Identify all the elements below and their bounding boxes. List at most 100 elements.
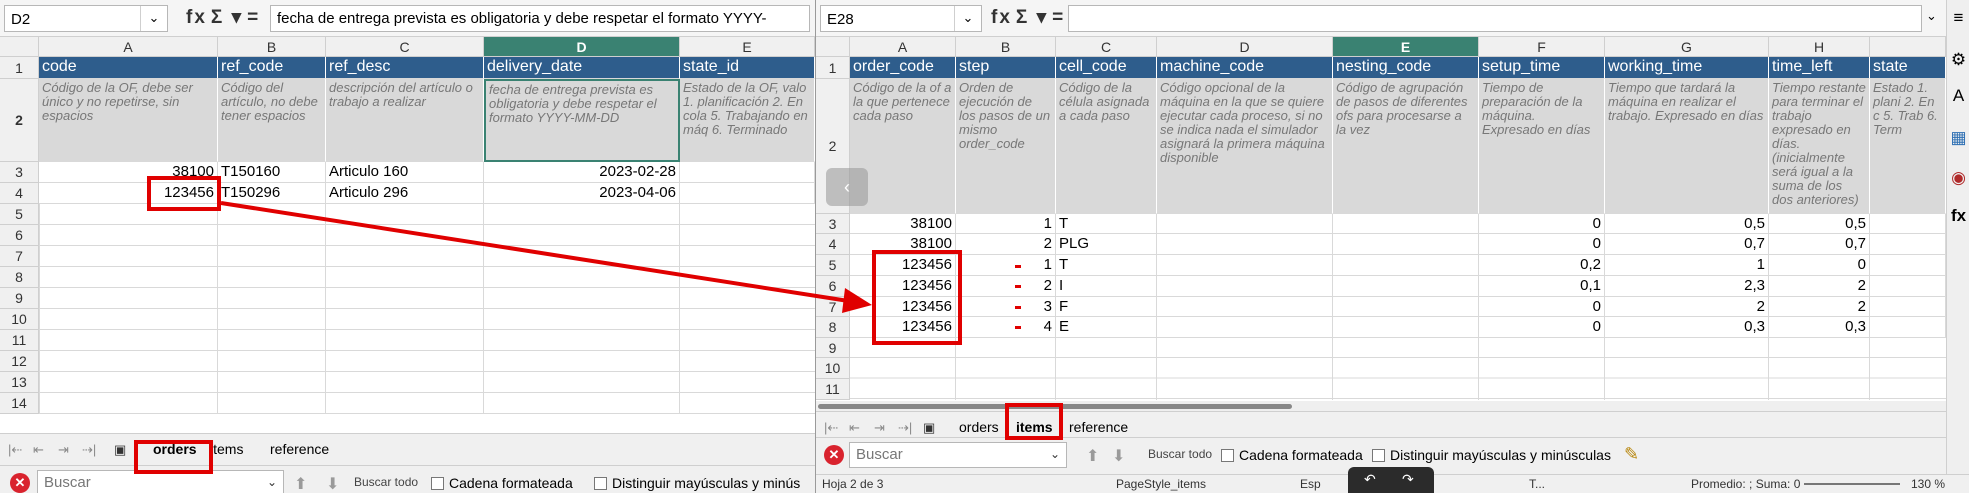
cell-ref-code[interactable]: T150296 xyxy=(218,183,326,204)
header-cell-step[interactable]: step xyxy=(956,57,1056,79)
find-prev-icon[interactable]: ⬆ xyxy=(294,474,307,493)
match-case-checkbox[interactable]: Distinguir mayúsculas y minúsculas xyxy=(1372,447,1611,463)
name-box[interactable]: D2 ⌄ xyxy=(4,5,168,32)
last-sheet-icon[interactable]: ⇢| xyxy=(82,442,96,458)
header-cell-code[interactable]: code xyxy=(39,57,218,79)
desc-cell-step[interactable]: Orden de ejecución de los pasos de un mi… xyxy=(956,79,1056,214)
row-header-8[interactable]: 8 xyxy=(0,267,39,288)
desc-cell-nesting-code[interactable]: Código de agrupación de pasos de diferen… xyxy=(1333,79,1479,214)
cell-setup-time[interactable]: 0,1 xyxy=(1479,276,1605,297)
tab-items[interactable]: items xyxy=(210,441,243,457)
cell-time-left[interactable]: 0 xyxy=(1769,255,1870,276)
find-all-button[interactable]: Buscar todo xyxy=(1148,447,1212,461)
formula-input[interactable]: fecha de entrega prevista es obligatoria… xyxy=(270,5,810,32)
desc-cell-working-time[interactable]: Tiempo que tardará la máquina en realiza… xyxy=(1605,79,1769,214)
select-all-corner[interactable] xyxy=(816,37,850,57)
column-header-f[interactable]: F xyxy=(1479,37,1605,57)
formatted-checkbox[interactable]: Cadena formateada xyxy=(1221,447,1363,463)
cell-state[interactable] xyxy=(1870,255,1946,276)
header-cell-working-time[interactable]: working_time xyxy=(1605,57,1769,79)
row-header-9[interactable]: 9 xyxy=(0,288,39,309)
cell-step[interactable]: 2 xyxy=(956,234,1056,255)
column-header-e[interactable]: E xyxy=(1333,37,1479,57)
row-header-1[interactable]: 1 xyxy=(816,57,850,79)
column-header-b[interactable]: B xyxy=(956,37,1056,57)
scroll-left-overlay-icon[interactable]: ‹ xyxy=(826,168,868,206)
cell-nesting-code[interactable] xyxy=(1333,255,1479,276)
add-sheet-icon[interactable]: ▣ xyxy=(923,420,935,436)
row-header-6[interactable]: 6 xyxy=(816,276,850,297)
cell-time-left[interactable]: 0,7 xyxy=(1769,234,1870,255)
cell-code[interactable]: 38100 xyxy=(39,162,218,183)
expand-formula-icon[interactable]: ⌄ xyxy=(1926,8,1937,24)
cell-nesting-code[interactable] xyxy=(1333,214,1479,234)
desc-cell-state[interactable]: Estado 1. plani 2. En c 5. Trab 6. Term xyxy=(1870,79,1946,214)
column-header-c[interactable]: C xyxy=(1056,37,1157,57)
cell-delivery-date[interactable]: 2023-04-06 xyxy=(484,183,680,204)
cell-cell-code[interactable]: F xyxy=(1056,297,1157,317)
cell-cell-code[interactable]: PLG xyxy=(1056,234,1157,255)
cell-cell-code[interactable]: E xyxy=(1056,317,1157,338)
desc-cell-machine-code[interactable]: Código opcional de la máquina en la que … xyxy=(1157,79,1333,214)
redo-icon[interactable]: ↷ xyxy=(1402,471,1414,488)
cell-step[interactable]: 3 xyxy=(956,297,1056,317)
desc-cell-ref-desc[interactable]: descripción del artículo o trabajo a rea… xyxy=(326,79,484,162)
find-all-button[interactable]: Buscar todo xyxy=(354,475,418,489)
search-input[interactable]: Buscar ⌄ xyxy=(37,470,284,493)
row-header-10[interactable]: 10 xyxy=(816,358,850,379)
cell-order-code[interactable]: 123456 xyxy=(850,317,956,338)
tab-orders[interactable]: orders xyxy=(959,419,999,435)
row-header-8[interactable]: 8 xyxy=(816,317,850,338)
cell-order-code[interactable]: 38100 xyxy=(850,234,956,255)
last-sheet-icon[interactable]: ⇢| xyxy=(898,420,912,436)
cell-state[interactable] xyxy=(1870,276,1946,297)
prev-sheet-icon[interactable]: ⇤ xyxy=(33,442,44,458)
header-cell-delivery-date[interactable]: delivery_date xyxy=(484,57,680,79)
row-header-4[interactable]: 4 xyxy=(816,234,850,255)
cell-machine-code[interactable] xyxy=(1157,317,1333,338)
checkbox-icon[interactable] xyxy=(1372,449,1385,462)
header-cell-state-id[interactable]: state_id xyxy=(680,57,815,79)
row-header-14[interactable]: 14 xyxy=(0,393,39,414)
tab-reference[interactable]: reference xyxy=(1069,419,1128,435)
fx-icon[interactable]: fx xyxy=(186,7,207,28)
cell-step[interactable]: 1 xyxy=(956,214,1056,234)
undo-icon[interactable]: ↶ xyxy=(1364,471,1376,488)
desc-cell-cell-code[interactable]: Código de la célula asignada a cada paso xyxy=(1056,79,1157,214)
close-find-icon[interactable]: ✕ xyxy=(10,473,30,493)
properties-icon[interactable]: ✎ xyxy=(1624,444,1639,465)
column-header-d[interactable]: D xyxy=(1157,37,1333,57)
row-header-3[interactable]: 3 xyxy=(816,214,850,234)
search-input[interactable]: Buscar ⌄ xyxy=(849,442,1067,468)
column-header-a[interactable]: A xyxy=(850,37,956,57)
column-header-d[interactable]: D xyxy=(484,37,680,57)
cell-working-time[interactable]: 1 xyxy=(1605,255,1769,276)
cell-machine-code[interactable] xyxy=(1157,297,1333,317)
header-cell-order-code[interactable]: order_code xyxy=(850,57,956,79)
chevron-down-icon[interactable]: ⌄ xyxy=(140,6,167,31)
header-cell-time-left[interactable]: time_left xyxy=(1769,57,1870,79)
header-cell-state[interactable]: state xyxy=(1870,57,1946,79)
cell-setup-time[interactable]: 0 xyxy=(1479,234,1605,255)
cell-nesting-code[interactable] xyxy=(1333,317,1479,338)
menu-icon[interactable]: ≡ xyxy=(1949,8,1968,28)
add-sheet-icon[interactable]: ▣ xyxy=(114,442,126,458)
cell-state[interactable] xyxy=(1870,297,1946,317)
cell-working-time[interactable]: 2 xyxy=(1605,297,1769,317)
close-find-icon[interactable]: ✕ xyxy=(824,445,844,465)
equals-icon[interactable]: = xyxy=(1052,7,1065,28)
cell-state-id[interactable] xyxy=(680,183,815,204)
next-sheet-icon[interactable]: ⇥ xyxy=(874,420,885,436)
cell-order-code[interactable]: 123456 xyxy=(850,297,956,317)
cell-cell-code[interactable]: I xyxy=(1056,276,1157,297)
prev-sheet-icon[interactable]: ⇤ xyxy=(849,420,860,436)
cell-state-id[interactable] xyxy=(680,162,815,183)
row-header-13[interactable]: 13 xyxy=(0,372,39,393)
cell-time-left[interactable]: 0,3 xyxy=(1769,317,1870,338)
header-cell-cell-code[interactable]: cell_code xyxy=(1056,57,1157,79)
sum-icon[interactable]: Σ ▾ xyxy=(211,7,243,28)
cell-ref-desc[interactable]: Articulo 160 xyxy=(326,162,484,183)
properties-icon[interactable]: ⚙ xyxy=(1949,50,1968,70)
column-header-c[interactable]: C xyxy=(326,37,484,57)
cell-setup-time[interactable]: 0 xyxy=(1479,214,1605,234)
